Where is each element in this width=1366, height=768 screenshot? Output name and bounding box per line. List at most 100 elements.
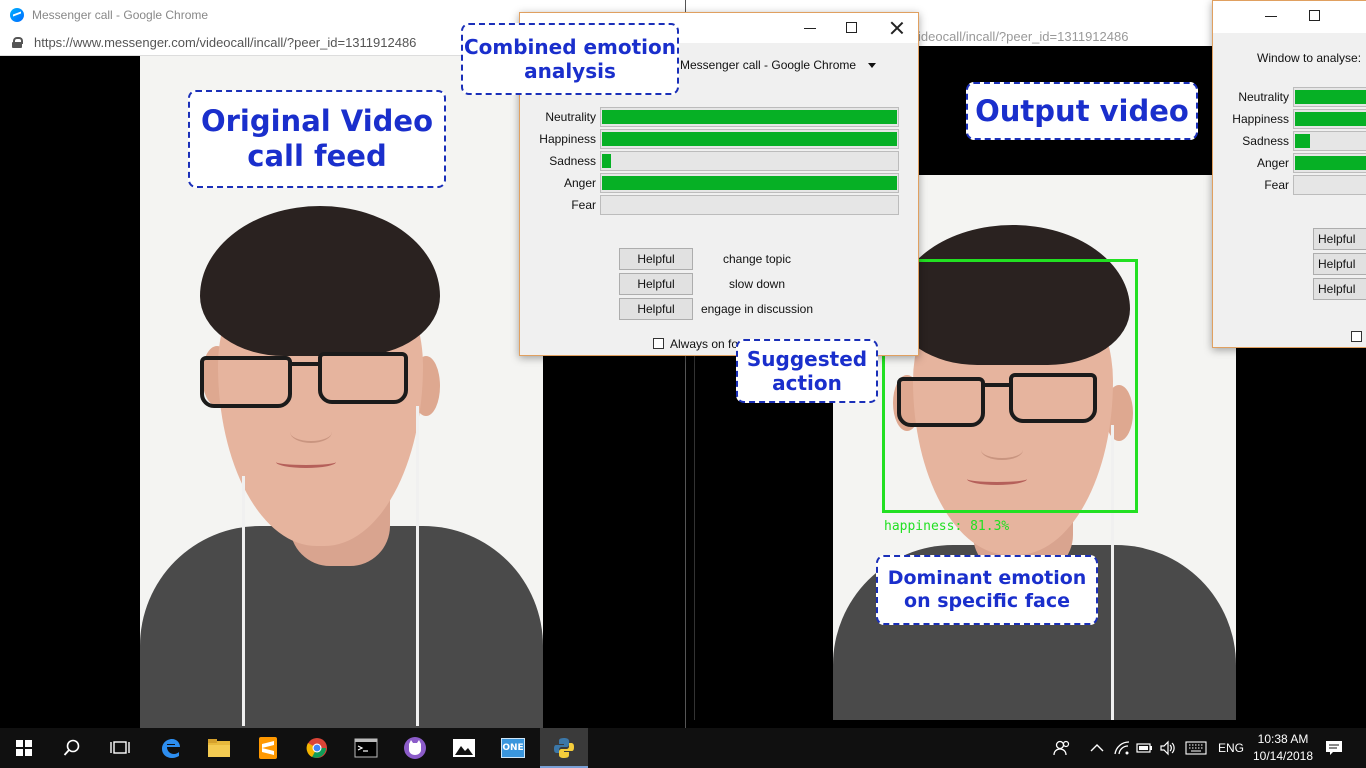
maximize-icon-2[interactable] [1309,10,1320,21]
always-on-top-checkbox[interactable] [653,338,664,349]
helpful-button[interactable]: Helpful [619,273,693,295]
emotion-row: Sadness [520,151,920,171]
emotion-bar-track [600,129,899,149]
emotion-label-2: Anger [1256,156,1289,170]
photos-button[interactable] [452,736,476,760]
github-cat-icon [404,737,426,759]
people-button[interactable] [1050,736,1074,760]
chevron-up-icon [1090,744,1104,752]
emotion-label-2: Fear [1264,178,1289,192]
emotion-row: Anger [520,173,920,193]
emotion-row: Neutrality [520,107,920,127]
emotion-bar-track [600,151,899,171]
volume-button[interactable] [1156,736,1180,760]
volume-icon [1160,740,1175,756]
action-center-button[interactable] [1322,736,1346,760]
emotion-bar-fill-2 [1295,112,1366,126]
emotion-bar-track-2 [1293,87,1366,107]
start-button[interactable] [12,736,36,760]
window-select-dropdown[interactable]: Messenger call - Google Chrome [680,58,877,72]
sublime-button[interactable] [256,736,280,760]
callout-suggested-action: Suggested action [736,339,878,403]
battery-icon [1136,743,1152,753]
terminal-button[interactable] [354,736,378,760]
helpful-button-2[interactable]: Helpful [1313,253,1366,275]
emotion-bar-track [600,173,899,193]
chrome-button[interactable] [305,736,329,760]
show-hidden-icons-button[interactable] [1085,736,1109,760]
folder-icon [208,739,230,757]
helpful-button[interactable]: Helpful [619,298,693,320]
clock-time[interactable]: 10:38 AM [1256,732,1310,746]
close-icon[interactable] [890,21,904,35]
windows-icon [16,740,32,756]
edge-button[interactable] [158,736,182,760]
python-button[interactable] [552,736,576,760]
messenger-icon [10,8,24,22]
second-checkbox[interactable] [1351,331,1362,342]
emotion-bar-fill [602,176,897,190]
helpful-button[interactable]: Helpful [619,248,693,270]
url-text[interactable]: https://www.messenger.com/videocall/inca… [34,35,416,50]
taskbar: ONE ENG 10:38 AM 10/14/2018 [0,728,1366,768]
second-titlebar[interactable] [1213,1,1366,33]
emotion-bar-track-2 [1293,131,1366,151]
search-icon [63,739,80,756]
minimize-icon[interactable] [804,28,816,29]
battery-button[interactable] [1133,736,1157,760]
emotion-bar-track [600,195,899,215]
helpful-button-2[interactable]: Helpful [1313,278,1366,300]
keyboard-icon [1185,741,1207,755]
callout-combined-emotion: Combined emotion analysis [461,23,679,95]
chevron-down-icon [868,63,877,69]
emotion-bar-track [600,107,899,127]
mid-url-text[interactable]: ideocall/incall/?peer_id=1311912486 [918,29,1128,44]
emotion-bar-fill-2 [1295,156,1366,170]
face-emotion-label: happiness: 81.3% [884,519,1010,534]
minimize-icon-2[interactable] [1265,16,1277,17]
sublime-text-icon [259,737,277,759]
maximize-icon[interactable] [846,22,857,33]
chrome-icon [306,738,327,758]
emotion-label: Neutrality [545,110,596,124]
clock-date[interactable]: 10/14/2018 [1252,749,1314,763]
callout-original-feed: Original Video call feed [188,90,446,188]
onenote-icon: ONE [501,738,525,758]
desktop: Messenger call - Google Chrome https://w… [0,0,1366,768]
emotion-bar-fill-2 [1295,134,1310,148]
callout-dominant-emotion: Dominant emotion on specific face [876,555,1098,625]
emotion-row: Happiness [520,129,920,149]
language-indicator[interactable]: ENG [1218,741,1244,755]
keyboard-button[interactable] [1184,736,1208,760]
emotion-label: Anger [563,176,596,190]
emotion-bar-fill [602,110,897,124]
file-explorer-button[interactable] [207,736,231,760]
emotion-label: Happiness [539,132,596,146]
helpful-button-2[interactable]: Helpful [1313,228,1366,250]
suggested-action-text: slow down [728,277,786,291]
edge-icon [162,739,180,758]
python-icon [554,738,574,758]
emotion-bar-fill [602,132,897,146]
emotion-bar-track-2 [1293,175,1366,195]
second-analysis-window: Window to analyse: Neutrality Happiness Sa… [1212,0,1366,348]
wifi-icon [1114,741,1130,755]
task-view-button[interactable] [108,736,132,760]
emotion-label-2: Sadness [1242,134,1289,148]
github-desktop-button[interactable] [403,736,427,760]
face-detection-box [882,259,1138,513]
terminal-icon [354,738,378,758]
emotion-label-2: Happiness [1232,112,1289,126]
emotion-label: Sadness [549,154,596,168]
emotion-bar-fill [602,154,611,168]
emotion-label: Fear [571,198,596,212]
window-to-analyse-label: Window to analyse: [1257,51,1362,65]
task-view-icon [110,741,130,754]
search-button[interactable] [60,736,84,760]
left-window-title: Messenger call - Google Chrome [32,8,209,22]
wifi-button[interactable] [1110,736,1134,760]
callout-output-video: Output video [966,82,1198,140]
emotion-row: Fear [520,195,920,215]
onenote-button[interactable]: ONE [501,736,525,760]
emotion-label-2: Neutrality [1238,90,1289,104]
